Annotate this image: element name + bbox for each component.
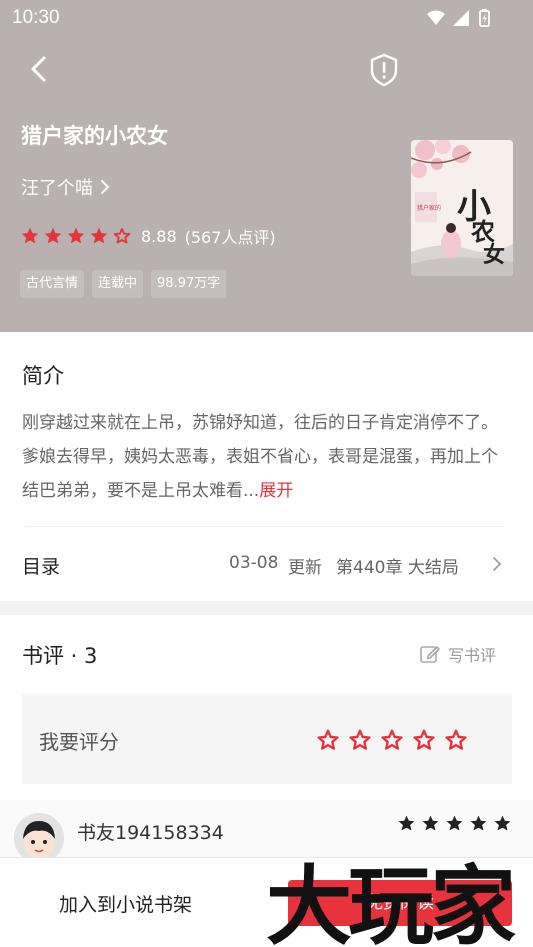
star-filled-icon bbox=[469, 814, 488, 833]
author-link[interactable]: 汪了个喵 bbox=[21, 174, 111, 200]
status-time: 10:30 bbox=[12, 7, 60, 28]
book-cover-art: 猎户家的 小 农 女 bbox=[411, 140, 513, 276]
cellular-icon bbox=[453, 10, 469, 26]
wifi-icon bbox=[427, 10, 445, 25]
star-filled-icon bbox=[20, 226, 40, 246]
write-review-label: 写书评 bbox=[448, 646, 497, 665]
rate-star-5-icon[interactable] bbox=[443, 727, 469, 753]
add-to-shelf-button[interactable]: 加入到小说书架 bbox=[59, 890, 192, 917]
star-filled-icon bbox=[445, 814, 464, 833]
back-arrow-icon[interactable] bbox=[22, 52, 56, 86]
expand-link[interactable]: 展开 bbox=[259, 481, 293, 501]
shield-icon[interactable] bbox=[367, 52, 401, 88]
write-review-button[interactable]: 写书评 bbox=[418, 642, 496, 666]
reviews-heading: 书评 · 3 bbox=[22, 644, 98, 668]
catalog-row[interactable]: 目录 03-08 更新 第440章 大结局 bbox=[0, 540, 533, 588]
star-filled-icon bbox=[421, 814, 440, 833]
book-rating: 8.88 (567人点评) bbox=[20, 224, 276, 248]
chevron-right-icon bbox=[493, 557, 502, 571]
review-item[interactable]: 书友194158334 bbox=[0, 800, 533, 863]
section-divider bbox=[0, 601, 533, 615]
rate-star-1-icon[interactable] bbox=[315, 727, 341, 753]
tag-genre: 古代言情 bbox=[20, 270, 85, 298]
star-filled-icon bbox=[397, 814, 416, 833]
catalog-label: 目录 bbox=[22, 556, 61, 578]
status-icons bbox=[427, 9, 490, 27]
star-filled-icon bbox=[89, 226, 109, 246]
book-header: 10:30 猎户家的小农女 汪了个喵 8.88 (567人点评) 古代言情 连载… bbox=[0, 0, 533, 332]
rate-box: 我要评分 bbox=[22, 694, 512, 784]
catalog-update-label: 更新 bbox=[288, 558, 322, 578]
latest-chapter: 第440章 大结局 bbox=[336, 558, 459, 578]
review-stars bbox=[397, 814, 517, 833]
status-bar: 10:30 bbox=[0, 0, 533, 36]
star-half-icon bbox=[112, 226, 132, 246]
edit-icon bbox=[420, 646, 440, 663]
rating-count: (567人点评) bbox=[184, 228, 276, 247]
tag-word-count: 98.97万字 bbox=[151, 270, 227, 298]
bottom-action-bar: 加入到小说书架 免费阅读 bbox=[0, 857, 533, 947]
intro-heading: 简介 bbox=[22, 364, 64, 388]
chevron-right-icon bbox=[101, 180, 110, 194]
svg-text:女: 女 bbox=[483, 242, 505, 268]
catalog-date: 03-08 bbox=[229, 553, 279, 573]
book-cover[interactable]: 猎户家的 小 农 女 bbox=[411, 140, 513, 276]
free-read-button[interactable]: 免费阅读 bbox=[288, 880, 512, 926]
avatar[interactable] bbox=[14, 813, 64, 863]
star-filled-icon bbox=[493, 814, 512, 833]
star-filled-icon bbox=[43, 226, 63, 246]
rate-stars bbox=[315, 727, 475, 753]
rate-label: 我要评分 bbox=[39, 730, 119, 754]
rate-star-3-icon[interactable] bbox=[379, 727, 405, 753]
cover-subtitle: 猎户家的 bbox=[417, 204, 441, 212]
author-name: 汪了个喵 bbox=[21, 178, 93, 199]
intro-text: 刚穿越过来就在上吊，苏锦妤知道，往后的日子肯定消停不了。爹娘去得早，姨妈太恶毒，… bbox=[22, 406, 510, 508]
rating-score: 8.88 bbox=[141, 226, 177, 246]
rate-star-2-icon[interactable] bbox=[347, 727, 373, 753]
tag-status: 连载中 bbox=[92, 270, 144, 298]
book-tags: 古代言情 连载中 98.97万字 bbox=[20, 270, 234, 298]
star-filled-icon bbox=[66, 226, 86, 246]
divider bbox=[26, 526, 504, 527]
reviewer-name: 书友194158334 bbox=[77, 822, 224, 844]
rate-star-4-icon[interactable] bbox=[411, 727, 437, 753]
book-title: 猎户家的小农女 bbox=[21, 124, 168, 148]
